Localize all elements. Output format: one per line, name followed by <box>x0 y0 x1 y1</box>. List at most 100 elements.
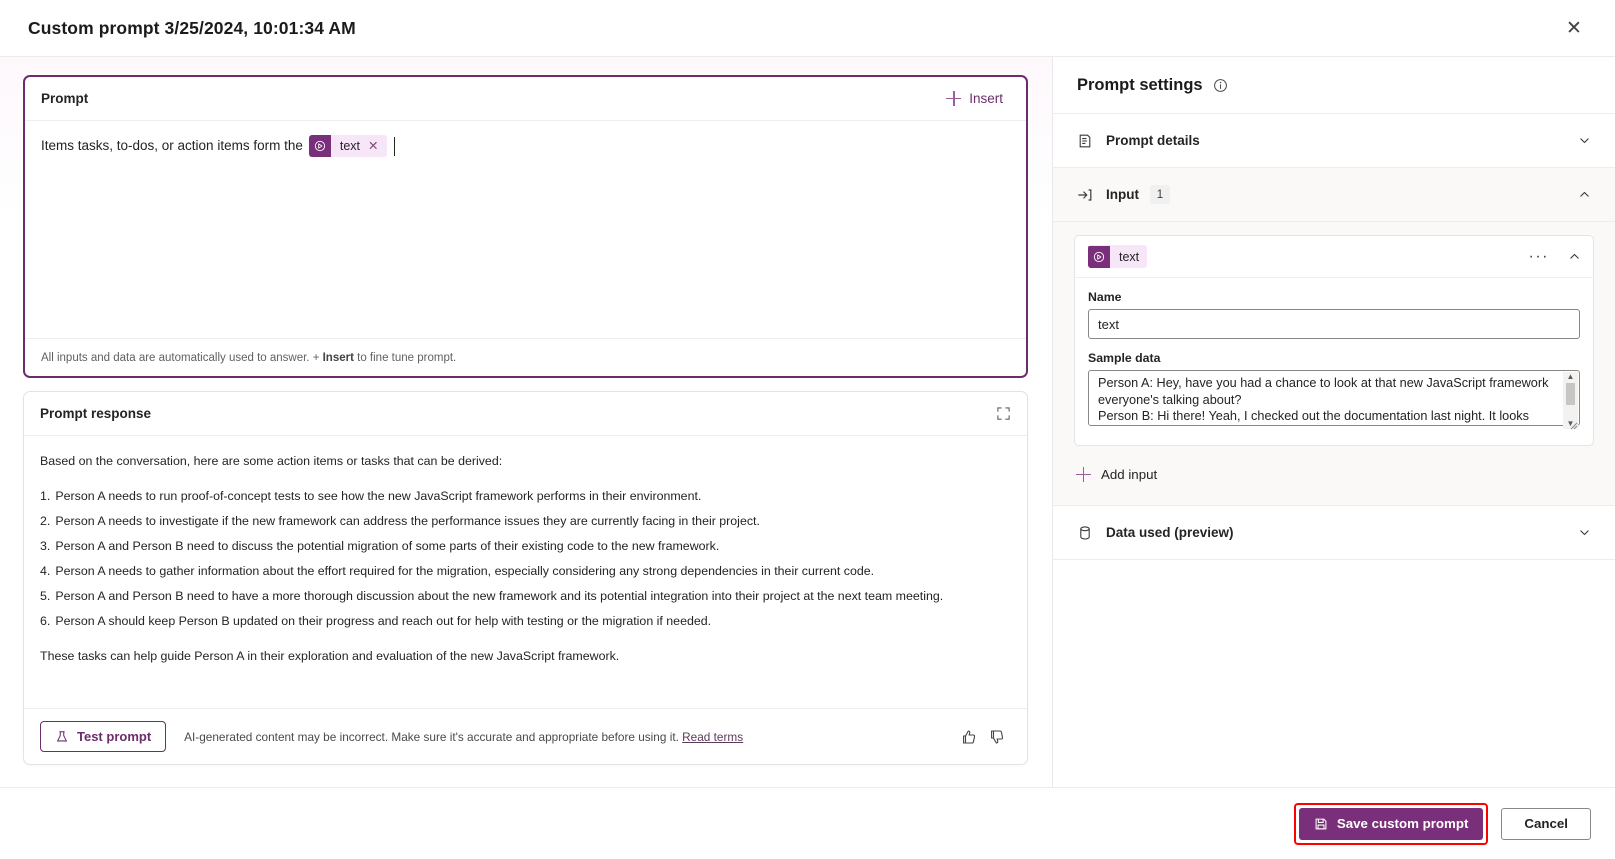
name-input[interactable] <box>1088 309 1580 339</box>
ai-disclaimer-text: AI-generated content may be incorrect. M… <box>184 729 679 744</box>
variable-icon <box>308 135 331 157</box>
input-card-text: text ··· Name Sample data <box>1074 235 1594 446</box>
prompt-footer-note-bold: Insert <box>322 351 354 364</box>
save-icon <box>1314 817 1328 831</box>
settings-header: Prompt settings <box>1053 57 1615 114</box>
plus-icon <box>1076 467 1091 482</box>
prompt-editor[interactable]: Items tasks, to-dos, or action items for… <box>25 121 1026 338</box>
list-item: 1. Person A needs to run proof-of-concep… <box>40 487 1011 506</box>
save-custom-prompt-button[interactable]: Save custom prompt <box>1298 807 1484 840</box>
list-item: 5. Person A and Person B need to have a … <box>40 587 1011 606</box>
list-item-number: 1. <box>40 489 51 503</box>
list-item: 4. Person A needs to gather information … <box>40 562 1011 581</box>
list-item-number: 6. <box>40 614 51 628</box>
database-icon <box>1077 525 1094 541</box>
plus-icon <box>946 91 962 106</box>
list-item-number: 3. <box>40 539 51 553</box>
add-input-button[interactable]: Add input <box>1074 462 1159 487</box>
custom-prompt-dialog: Custom prompt 3/25/2024, 10:01:34 AM ✕ P… <box>0 0 1615 859</box>
sample-data-wrapper: ▲ ▼ <box>1088 370 1580 431</box>
save-button-label: Save custom prompt <box>1336 816 1469 831</box>
input-region: text ··· Name Sample data <box>1053 222 1615 506</box>
prompt-footer-note-start: All inputs and data are automatically us… <box>41 351 320 364</box>
save-button-highlight: Save custom prompt <box>1293 802 1489 845</box>
thumbs-up-icon[interactable] <box>955 723 983 751</box>
read-terms-link[interactable]: Read terms <box>682 730 743 744</box>
thumbs-down-icon[interactable] <box>983 723 1011 751</box>
list-item-text: Person A needs to gather information abo… <box>55 564 875 578</box>
prompt-response-card: Prompt response Based on the conversatio… <box>23 391 1028 765</box>
name-field-label: Name <box>1088 290 1122 304</box>
list-item-number: 2. <box>40 514 51 528</box>
list-item-text: Person A needs to investigate if the new… <box>55 514 760 528</box>
prompt-text: Items tasks, to-dos, or action items for… <box>41 138 303 153</box>
chevron-up-icon <box>1578 188 1591 201</box>
flask-icon <box>55 730 69 744</box>
dialog-body: Prompt Insert Items tasks, to-dos, or ac… <box>0 57 1615 787</box>
prompt-token-text[interactable]: text ✕ <box>308 135 388 157</box>
data-used-label: Data used (preview) <box>1106 525 1234 540</box>
scrollbar-thumb[interactable] <box>1566 383 1575 405</box>
list-item-text: Person A and Person B need to have a mor… <box>55 589 944 603</box>
list-item-number: 4. <box>40 564 51 578</box>
section-prompt-details[interactable]: Prompt details <box>1053 114 1615 168</box>
list-item: 2. Person A needs to investigate if the … <box>40 512 1011 531</box>
input-label: Input <box>1106 187 1139 202</box>
ai-disclaimer: AI-generated content may be incorrect. M… <box>184 730 955 744</box>
info-icon[interactable] <box>1213 78 1228 93</box>
token-label: text <box>339 139 360 153</box>
response-card-header: Prompt response <box>24 392 1027 436</box>
input-token-chip[interactable]: text <box>1088 245 1148 268</box>
response-intro: Based on the conversation, here are some… <box>40 454 503 468</box>
response-outro: These tasks can help guide Person A in t… <box>40 649 620 663</box>
prompt-footer-note-end: to fine tune prompt. <box>357 351 457 364</box>
close-icon[interactable]: ✕ <box>1557 11 1591 45</box>
page-title: Custom prompt 3/25/2024, 10:01:34 AM <box>28 17 356 38</box>
input-card-header: text ··· <box>1075 236 1593 278</box>
list-item: 6. Person A should keep Person B updated… <box>40 612 1011 631</box>
test-prompt-button[interactable]: Test prompt <box>40 721 167 752</box>
insert-button-label: Insert <box>969 91 1003 106</box>
list-item-number: 5. <box>40 589 51 603</box>
response-action-items: 1. Person A needs to run proof-of-concep… <box>40 487 1011 631</box>
test-prompt-label: Test prompt <box>77 729 152 744</box>
cancel-button[interactable]: Cancel <box>1501 807 1591 840</box>
prompt-card: Prompt Insert Items tasks, to-dos, or ac… <box>23 75 1028 378</box>
chevron-down-icon <box>1578 526 1591 539</box>
resize-grip-icon[interactable] <box>1569 421 1578 430</box>
dialog-titlebar: Custom prompt 3/25/2024, 10:01:34 AM ✕ <box>0 0 1615 57</box>
left-pane: Prompt Insert Items tasks, to-dos, or ac… <box>0 57 1052 787</box>
scroll-up-icon[interactable]: ▲ <box>1567 373 1575 381</box>
input-token-label: text <box>1119 249 1140 264</box>
token-remove-icon[interactable]: ✕ <box>368 140 387 153</box>
insert-button[interactable]: Insert <box>939 86 1010 111</box>
sample-data-textarea[interactable] <box>1088 370 1580 426</box>
list-item-text: Person A should keep Person B updated on… <box>55 614 712 628</box>
prompt-details-label: Prompt details <box>1106 133 1200 148</box>
chevron-up-icon[interactable] <box>1568 250 1581 263</box>
list-item: 3. Person A and Person B need to discuss… <box>40 537 1011 556</box>
input-count-badge: 1 <box>1150 185 1170 204</box>
input-arrow-icon <box>1077 187 1094 203</box>
response-card-footer: Test prompt AI-generated content may be … <box>24 708 1027 764</box>
dialog-footer: Save custom prompt Cancel <box>0 787 1615 859</box>
section-data-used[interactable]: Data used (preview) <box>1053 506 1615 560</box>
prompt-card-header: Prompt Insert <box>25 77 1026 121</box>
response-content: Based on the conversation, here are some… <box>24 436 1027 708</box>
more-options-icon[interactable]: ··· <box>1524 248 1554 265</box>
list-item-text: Person A needs to run proof-of-concept t… <box>55 489 702 503</box>
prompt-label: Prompt <box>41 91 89 106</box>
prompt-card-footer: All inputs and data are automatically us… <box>25 338 1026 376</box>
settings-title: Prompt settings <box>1077 75 1203 94</box>
text-caret <box>394 136 396 156</box>
sample-data-field-label: Sample data <box>1088 351 1161 365</box>
document-icon <box>1077 133 1094 149</box>
section-input[interactable]: Input 1 <box>1053 168 1615 222</box>
chevron-down-icon <box>1578 134 1591 147</box>
variable-icon <box>1088 245 1110 268</box>
settings-spacer <box>1053 560 1615 787</box>
prompt-settings-pane: Prompt settings Prompt details Input 1 t… <box>1052 57 1615 787</box>
input-card-body: Name Sample data ▲ ▼ <box>1075 278 1593 445</box>
expand-icon[interactable] <box>996 406 1011 421</box>
list-item-text: Person A and Person B need to discuss th… <box>55 539 720 553</box>
